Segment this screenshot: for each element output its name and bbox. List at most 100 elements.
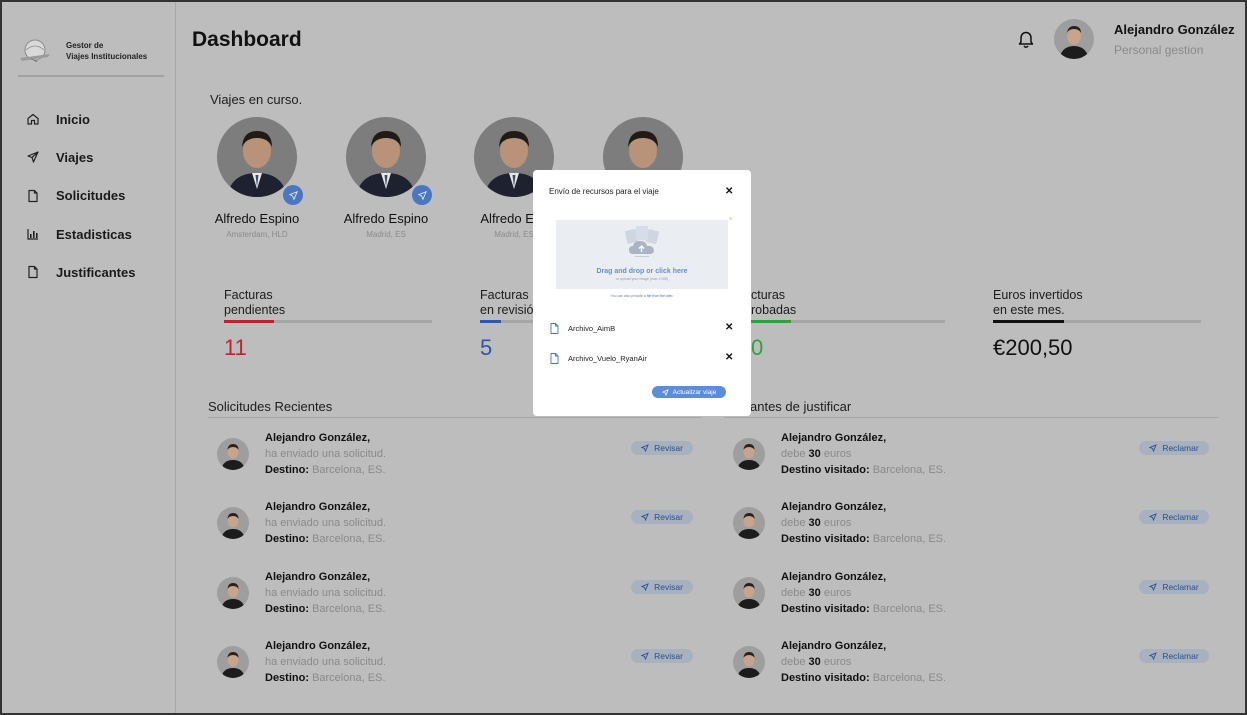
- send-icon: [1149, 444, 1162, 452]
- review-button[interactable]: Revisar: [631, 649, 693, 663]
- user-role: Personal gestion: [1114, 43, 1204, 57]
- debt-amount: 30: [808, 656, 821, 668]
- destination-value: Barcelona, ES.: [312, 603, 386, 615]
- update-trip-button[interactable]: Actualizar viaje: [652, 386, 726, 398]
- review-button-label: Revisar: [654, 443, 683, 453]
- review-button-label: Revisar: [654, 582, 683, 592]
- trip-photo: [217, 117, 303, 205]
- destination-value: Barcelona, ES.: [872, 672, 947, 684]
- user-avatar[interactable]: [1054, 19, 1094, 59]
- debt-text: debe 30 euros: [781, 517, 851, 529]
- review-button[interactable]: Revisar: [631, 510, 693, 524]
- claim-button[interactable]: Reclamar: [1139, 580, 1209, 594]
- sidebar-divider: [18, 75, 164, 77]
- send-icon: [1149, 513, 1162, 521]
- send-icon: [1149, 652, 1162, 660]
- send-icon: [661, 388, 669, 396]
- sidebar-item-label: Justificantes: [56, 264, 136, 280]
- sidebar-item-inicio[interactable]: Inicio: [26, 100, 135, 138]
- trip-card[interactable]: Alfredo Espino Madrid, ES: [326, 117, 446, 239]
- app-window: Gestor de Viajes Institucionales Inicio …: [0, 0, 1247, 715]
- logo-line-2: Viajes Institucionales: [66, 52, 148, 61]
- send-icon: [641, 513, 654, 521]
- review-button[interactable]: Revisar: [631, 441, 693, 455]
- sidebar-item-estadisticas[interactable]: Estadisticas: [26, 215, 135, 253]
- sidebar-item-solicitudes[interactable]: Solicitudes: [26, 177, 135, 215]
- sidebar-item-justificantes[interactable]: Justificantes: [26, 253, 135, 291]
- requests-divider: [208, 417, 702, 418]
- file-dropzone[interactable]: Drag and drop or click here or upload yo…: [556, 220, 728, 289]
- sidebar-nav: Inicio Viajes Solicitudes Estadisticas J…: [26, 100, 135, 291]
- logo-icon: [20, 39, 50, 62]
- file-icon: [550, 322, 559, 334]
- request-destination: Destino: Barcelona, ES.: [265, 672, 385, 684]
- send-icon: [1149, 583, 1162, 591]
- debtor-avatar: [733, 577, 765, 609]
- remove-file-icon[interactable]: ✕: [725, 323, 733, 333]
- request-text: ha enviado una solicitud.: [265, 656, 387, 668]
- visited-destination: Destino visitado: Barcelona, ES.: [781, 672, 946, 684]
- debtor-avatar: [733, 646, 765, 678]
- claim-button-label: Reclamar: [1162, 651, 1199, 661]
- destination-label: Destino:: [265, 672, 309, 684]
- requester-name: Alejandro González,: [265, 640, 371, 652]
- app-logo[interactable]: Gestor de Viajes Institucionales: [18, 38, 147, 64]
- justifications-divider: [724, 417, 1218, 418]
- modal-close-icon[interactable]: ✕: [725, 187, 733, 197]
- destination-value: Barcelona, ES.: [872, 603, 947, 615]
- destination-value: Barcelona, ES.: [312, 464, 386, 476]
- dropzone-main-text: Drag and drop or click here: [596, 268, 688, 275]
- destination-label: Destino:: [265, 603, 309, 615]
- send-icon: [641, 583, 654, 591]
- logo-text: Gestor de Viajes Institucionales: [66, 40, 147, 62]
- document-icon: [28, 266, 38, 279]
- debt-unit: euros: [823, 656, 852, 668]
- requester-name: Alejandro González,: [265, 571, 371, 583]
- justification-row: Alejandro González, debe 30 euros Destino …: [733, 640, 1213, 700]
- stat-facturas-pendientes: Facturas pendientes 11: [224, 288, 432, 361]
- claim-button-label: Reclamar: [1162, 512, 1199, 522]
- sidebar-item-label: Viajes: [56, 149, 94, 165]
- requester-avatar: [217, 438, 249, 470]
- plane-icon: [27, 151, 39, 164]
- debt-unit: euros: [823, 587, 852, 599]
- stat-progress-track: [224, 320, 432, 323]
- logo-line-1: Gestor de: [66, 41, 104, 50]
- file-name: Archivo_Vuelo_RyanAir: [568, 353, 647, 363]
- sidebar-item-label: Inicio: [56, 111, 90, 127]
- request-text: ha enviado una solicitud.: [265, 448, 387, 460]
- debt-verb: debe: [781, 587, 806, 599]
- justification-row: Alejandro González, debe 30 euros Destino …: [733, 571, 1213, 631]
- stat-label: cturas robadas: [737, 288, 945, 318]
- claim-button[interactable]: Reclamar: [1139, 441, 1209, 455]
- dropzone-sub-text: or upload your image (max 2 MB): [616, 277, 668, 281]
- debt-text: debe 30 euros: [781, 587, 851, 599]
- sidebar-item-viajes[interactable]: Viajes: [26, 138, 135, 176]
- dropzone-clear-icon[interactable]: ✕: [729, 214, 732, 224]
- destination-label: Destino:: [265, 533, 309, 545]
- review-button[interactable]: Revisar: [631, 580, 693, 594]
- traveler-avatar: [346, 117, 426, 197]
- web-file-link[interactable]: file from the web.: [647, 294, 674, 298]
- stat-progress-fill: [480, 320, 501, 323]
- remove-file-icon[interactable]: ✕: [725, 353, 733, 363]
- update-trip-button-label: Actualizar viaje: [672, 388, 717, 396]
- review-button-label: Revisar: [654, 512, 683, 522]
- trip-card[interactable]: Alfredo Espino Amsterdam, HLD: [197, 117, 317, 239]
- modal-title: Envío de recursos para el viaje: [549, 187, 659, 196]
- trip-location: Madrid, ES: [366, 230, 406, 239]
- justifications-header: antes de justificar: [750, 399, 852, 414]
- trip-traveler-name: Alfredo Espino: [214, 211, 300, 226]
- stat-label-line-2: robadas: [751, 303, 797, 317]
- claim-button[interactable]: Reclamar: [1139, 510, 1209, 524]
- trip-location: Amsterdam, HLD: [226, 230, 288, 239]
- stat-label-line-2: en este mes.: [993, 303, 1065, 317]
- claim-button[interactable]: Reclamar: [1139, 649, 1209, 663]
- send-icon: [641, 444, 654, 452]
- request-destination: Destino: Barcelona, ES.: [265, 603, 385, 615]
- sidebar-item-label: Solicitudes: [56, 188, 126, 204]
- send-icon: [641, 652, 654, 660]
- request-text: ha enviado una solicitud.: [265, 587, 387, 599]
- bell-icon[interactable]: [1016, 30, 1036, 50]
- stat-progress-fill: [993, 320, 1064, 323]
